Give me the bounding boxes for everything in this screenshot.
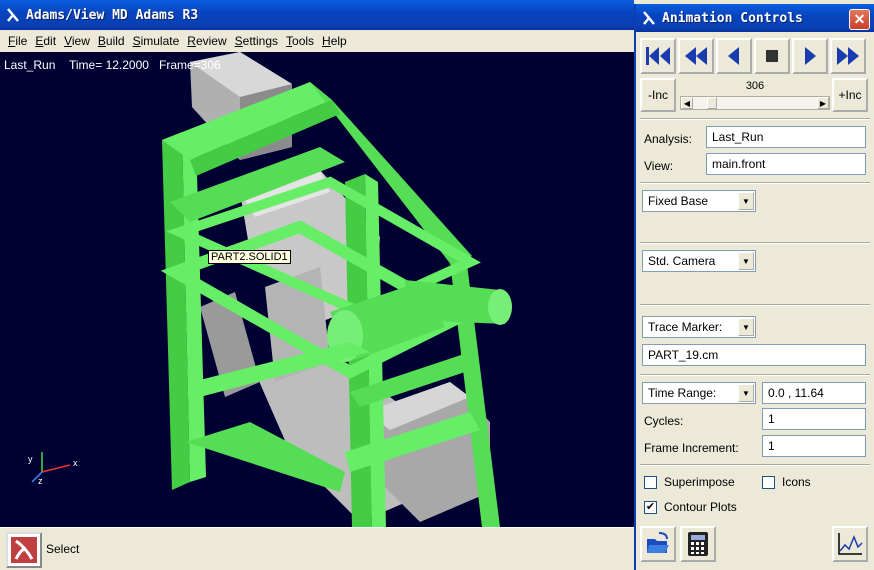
frame-readout: Frame=306 [159, 58, 221, 72]
trace-dropdown-value: Trace Marker: [648, 320, 723, 334]
triad-z-label: z [38, 476, 43, 486]
separator [640, 118, 870, 120]
separator [640, 374, 870, 376]
time-range-dropdown[interactable]: Time Range: ▼ [642, 382, 756, 404]
separator [640, 304, 870, 306]
menu-bar: File Edit View Build Simulate Review Set… [0, 30, 634, 52]
play-button[interactable] [792, 38, 828, 74]
anim-titlebar[interactable]: Animation Controls [636, 4, 874, 32]
status-bar: Select [0, 527, 634, 570]
trace-dropdown[interactable]: Trace Marker: ▼ [642, 316, 756, 338]
fast-forward-button[interactable] [830, 38, 866, 74]
close-button[interactable]: ✕ [849, 9, 870, 30]
superimpose-checkbox[interactable] [644, 476, 657, 489]
cycles-label: Cycles: [644, 414, 684, 428]
folder-open-icon [647, 532, 669, 553]
main-titlebar[interactable]: Adams/View MD Adams R3 [0, 0, 634, 30]
step-back-icon [685, 47, 707, 65]
plot-button[interactable] [832, 526, 868, 562]
calculator-icon [688, 532, 708, 556]
chevron-down-icon[interactable]: ▼ [738, 384, 754, 402]
separator [640, 464, 870, 466]
graph-plot-icon [838, 533, 863, 555]
frame-number: 306 [745, 80, 765, 92]
view-label: View: [644, 159, 674, 173]
frame-increment-label: Frame Increment: [644, 441, 739, 455]
decrement-button[interactable]: -Inc [640, 78, 676, 112]
menu-review[interactable]: Review [183, 34, 230, 48]
analysis-name-label: Last_Run [4, 58, 56, 72]
slider-thumb[interactable] [707, 97, 717, 109]
play-icon [805, 47, 816, 65]
triad-x-label: x [73, 458, 78, 468]
analysis-field[interactable]: Last_Run [706, 126, 866, 148]
camera-dropdown-value: Std. Camera [648, 254, 716, 268]
slider-left-arrow-icon[interactable]: ◀ [681, 97, 693, 109]
menu-view[interactable]: View [60, 34, 94, 48]
select-status-label: Select [46, 542, 80, 556]
main-window-title: Adams/View MD Adams R3 [26, 7, 199, 23]
slider-right-arrow-icon[interactable]: ▶ [817, 97, 829, 109]
adams-main-window: Adams/View MD Adams R3 File Edit View Bu… [0, 0, 634, 570]
menu-settings[interactable]: Settings [231, 34, 282, 48]
adams-select-icon [11, 537, 37, 563]
stop-button[interactable] [754, 38, 790, 74]
frame-slider[interactable]: ◀ ▶ [680, 96, 830, 110]
trace-marker-field[interactable]: PART_19.cm [642, 344, 866, 366]
adams-logo-icon [7, 8, 19, 22]
play-reverse-icon [728, 47, 739, 65]
frame-increment-field[interactable]: 1 [762, 435, 866, 457]
icons-label: Icons [782, 475, 811, 489]
triad-y-label: y [28, 454, 33, 464]
time-readout: Time= 12.2000 [69, 58, 149, 72]
increment-button[interactable]: +Inc [832, 78, 868, 112]
cycles-field[interactable]: 1 [762, 408, 866, 430]
chevron-down-icon[interactable]: ▼ [738, 318, 754, 336]
contour-plots-checkbox[interactable]: ✔ [644, 501, 657, 514]
model-rendering [31, 52, 512, 527]
camera-dropdown[interactable]: Std. Camera ▼ [642, 250, 756, 272]
base-dropdown-value: Fixed Base [648, 194, 709, 208]
graphics-viewport[interactable]: Last_Run Time= 12.2000 Frame=306 PART2.S… [0, 52, 634, 527]
rewind-to-start-button[interactable] [640, 38, 676, 74]
rewind-to-start-icon [646, 47, 670, 65]
play-reverse-button[interactable] [716, 38, 752, 74]
time-range-dropdown-value: Time Range: [648, 386, 717, 400]
separator [640, 242, 870, 244]
anim-window-title: Animation Controls [662, 10, 803, 26]
icons-checkbox[interactable] [762, 476, 775, 489]
step-back-button[interactable] [678, 38, 714, 74]
view-field[interactable]: main.front [706, 153, 866, 175]
base-dropdown[interactable]: Fixed Base ▼ [642, 190, 756, 212]
chevron-down-icon[interactable]: ▼ [738, 252, 754, 270]
stop-icon [766, 50, 778, 62]
select-tool-button[interactable] [6, 532, 42, 568]
analysis-label: Analysis: [644, 132, 693, 146]
menu-build[interactable]: Build [94, 34, 129, 48]
superimpose-label: Superimpose [664, 475, 735, 489]
calculator-button[interactable] [680, 526, 716, 562]
part-tooltip: PART2.SOLID1 [208, 250, 291, 264]
menu-help[interactable]: Help [318, 34, 351, 48]
time-range-field[interactable]: 0.0 , 11.64 [762, 382, 866, 404]
menu-file[interactable]: File [4, 34, 31, 48]
menu-tools[interactable]: Tools [282, 34, 318, 48]
chevron-down-icon[interactable]: ▼ [738, 192, 754, 210]
animation-controls-window: Animation Controls ✕ -Inc 306 ◀ ▶ +Inc A… [634, 4, 874, 570]
contour-plots-label: Contour Plots [664, 500, 737, 514]
menu-simulate[interactable]: Simulate [129, 34, 184, 48]
separator [640, 182, 870, 184]
adams-logo-icon [643, 11, 655, 25]
open-file-button[interactable] [640, 526, 676, 562]
fast-forward-icon [837, 47, 859, 65]
menu-edit[interactable]: Edit [31, 34, 60, 48]
playback-toolbar [640, 38, 866, 74]
